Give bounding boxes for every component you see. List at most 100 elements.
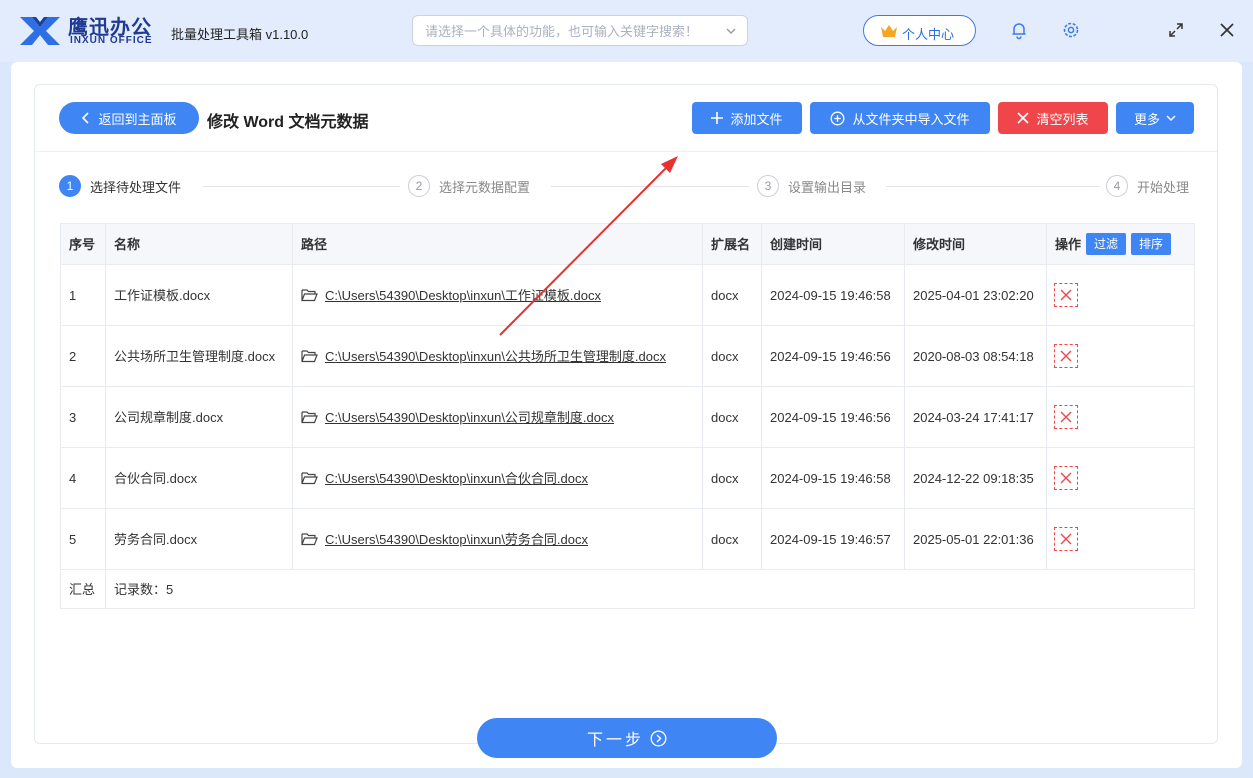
delete-row-button[interactable] [1054, 405, 1078, 429]
delete-row-button[interactable] [1054, 344, 1078, 368]
back-label: 返回到主面板 [98, 111, 177, 127]
gear-icon[interactable] [1061, 20, 1081, 40]
clear-list-button[interactable]: 清空列表 [998, 102, 1108, 134]
col-index: 序号 [60, 223, 106, 265]
add-file-button[interactable]: 添加文件 [692, 102, 802, 134]
folder-icon [301, 410, 318, 423]
cell-ext: docx [702, 325, 762, 387]
step-number: 4 [1106, 175, 1128, 197]
cell-path: C:\Users\54390\Desktop\inxun\合伙合同.docx [292, 447, 703, 509]
chevron-down-icon [1166, 115, 1176, 121]
record-count: 记录数：5 [105, 569, 1195, 609]
folder-icon [301, 532, 318, 545]
step-label: 开始处理 [1137, 179, 1190, 195]
cell-ops [1046, 386, 1195, 448]
personal-center-button[interactable]: 个人中心 [863, 15, 976, 46]
path-link[interactable]: C:\Users\54390\Desktop\inxun\合伙合同.docx [325, 468, 588, 489]
cell-modified: 2025-05-01 22:01:36 [904, 508, 1047, 570]
search-box[interactable] [412, 15, 748, 46]
table-row: 5 劳务合同.docx C:\Users\54390\Desktop\inxun… [60, 508, 1195, 570]
delete-row-button[interactable] [1054, 466, 1078, 490]
path-link[interactable]: C:\Users\54390\Desktop\inxun\公司规章制度.docx [325, 407, 614, 428]
step-connector [886, 186, 1099, 187]
personal-center-label: 个人中心 [902, 27, 955, 42]
cell-name: 工作证模板.docx [105, 264, 293, 326]
crown-icon [881, 25, 897, 37]
content-panel: 返回到主面板 修改 Word 文档元数据 添加文件 从文件夹中导入文件 清空列表… [34, 84, 1218, 744]
filter-button[interactable]: 过滤 [1086, 233, 1127, 255]
cell-ext: docx [702, 447, 762, 509]
sort-button[interactable]: 排序 [1131, 233, 1172, 255]
cell-index: 5 [60, 508, 106, 570]
bell-icon[interactable] [1009, 20, 1029, 40]
cell-path: C:\Users\54390\Desktop\inxun\公司规章制度.docx [292, 386, 703, 448]
cell-ext: docx [702, 508, 762, 570]
delete-row-button[interactable] [1054, 527, 1078, 551]
cell-index: 2 [60, 325, 106, 387]
col-ext: 扩展名 [702, 223, 762, 265]
x-icon [1060, 472, 1072, 484]
col-ops-label: 操作 [1055, 236, 1082, 252]
table-header-row: 序号 名称 路径 扩展名 创建时间 修改时间 操作 过滤 排序 [60, 223, 1195, 265]
import-from-folder-button[interactable]: 从文件夹中导入文件 [810, 102, 990, 134]
chevron-down-icon[interactable] [724, 24, 738, 38]
app-title: 批量处理工具箱 v1.10.0 [171, 27, 309, 42]
path-link[interactable]: C:\Users\54390\Desktop\inxun\工作证模板.docx [325, 285, 601, 306]
step-number: 1 [59, 175, 81, 197]
clear-list-label: 清空列表 [1036, 111, 1089, 127]
search-input[interactable] [425, 22, 715, 40]
main-card: 返回到主面板 修改 Word 文档元数据 添加文件 从文件夹中导入文件 清空列表… [11, 62, 1242, 768]
folder-icon [301, 471, 318, 484]
brand-name-en: INXUN OFFICE [70, 35, 153, 46]
x-icon [1060, 533, 1072, 545]
cell-ops [1046, 447, 1195, 509]
inxun-logo-icon [20, 17, 60, 45]
maximize-icon[interactable] [1166, 20, 1186, 40]
x-icon [1060, 350, 1072, 362]
cell-modified: 2020-08-03 08:54:18 [904, 325, 1047, 387]
col-modified: 修改时间 [904, 223, 1047, 265]
step-number: 2 [408, 175, 430, 197]
x-icon [1060, 289, 1072, 301]
summary-label: 汇总 [60, 569, 106, 609]
table-row: 3 公司规章制度.docx C:\Users\54390\Desktop\inx… [60, 386, 1195, 448]
plus-icon [711, 112, 724, 124]
plus-circle-icon [831, 111, 845, 125]
table-row: 4 合伙合同.docx C:\Users\54390\Desktop\inxun… [60, 447, 1195, 509]
step-4: 4 开始处理 [1106, 175, 1189, 197]
cell-modified: 2024-12-22 09:18:35 [904, 447, 1047, 509]
file-table: 序号 名称 路径 扩展名 创建时间 修改时间 操作 过滤 排序 1 工作证模板.… [60, 223, 1195, 609]
path-link[interactable]: C:\Users\54390\Desktop\inxun\公共场所卫生管理制度.… [325, 346, 666, 367]
cell-path: C:\Users\54390\Desktop\inxun\劳务合同.docx [292, 508, 703, 570]
summary-row: 汇总 记录数：5 [60, 569, 1195, 609]
back-to-main-button[interactable]: 返回到主面板 [59, 102, 199, 134]
cell-created: 2024-09-15 19:46:56 [761, 325, 905, 387]
cell-index: 1 [60, 264, 106, 326]
next-step-button[interactable]: 下一步 [477, 718, 777, 758]
more-button[interactable]: 更多 [1116, 102, 1194, 134]
step-1: 1 选择待处理文件 [59, 175, 181, 197]
cell-created: 2024-09-15 19:46:57 [761, 508, 905, 570]
cell-path: C:\Users\54390\Desktop\inxun\工作证模板.docx [292, 264, 703, 326]
col-name: 名称 [105, 223, 293, 265]
more-label: 更多 [1133, 111, 1160, 127]
cell-index: 4 [60, 447, 106, 509]
cell-ext: docx [702, 264, 762, 326]
step-number: 3 [757, 175, 779, 197]
cell-created: 2024-09-15 19:46:58 [761, 447, 905, 509]
cell-name: 劳务合同.docx [105, 508, 293, 570]
path-link[interactable]: C:\Users\54390\Desktop\inxun\劳务合同.docx [325, 529, 588, 550]
import-from-folder-label: 从文件夹中导入文件 [852, 111, 970, 127]
cell-created: 2024-09-15 19:46:56 [761, 386, 905, 448]
table-row: 2 公共场所卫生管理制度.docx C:\Users\54390\Desktop… [60, 325, 1195, 387]
table-row: 1 工作证模板.docx C:\Users\54390\Desktop\inxu… [60, 264, 1195, 326]
header-divider [35, 151, 1217, 152]
title-bar: 鹰迅办公 INXUN OFFICE 批量处理工具箱 v1.10.0 个人中心 [0, 0, 1253, 62]
delete-row-button[interactable] [1054, 283, 1078, 307]
step-label: 选择待处理文件 [90, 179, 182, 195]
step-label: 设置输出目录 [788, 179, 867, 195]
col-path: 路径 [292, 223, 703, 265]
close-icon[interactable] [1217, 20, 1237, 40]
x-icon [1017, 112, 1030, 124]
cell-ops [1046, 264, 1195, 326]
